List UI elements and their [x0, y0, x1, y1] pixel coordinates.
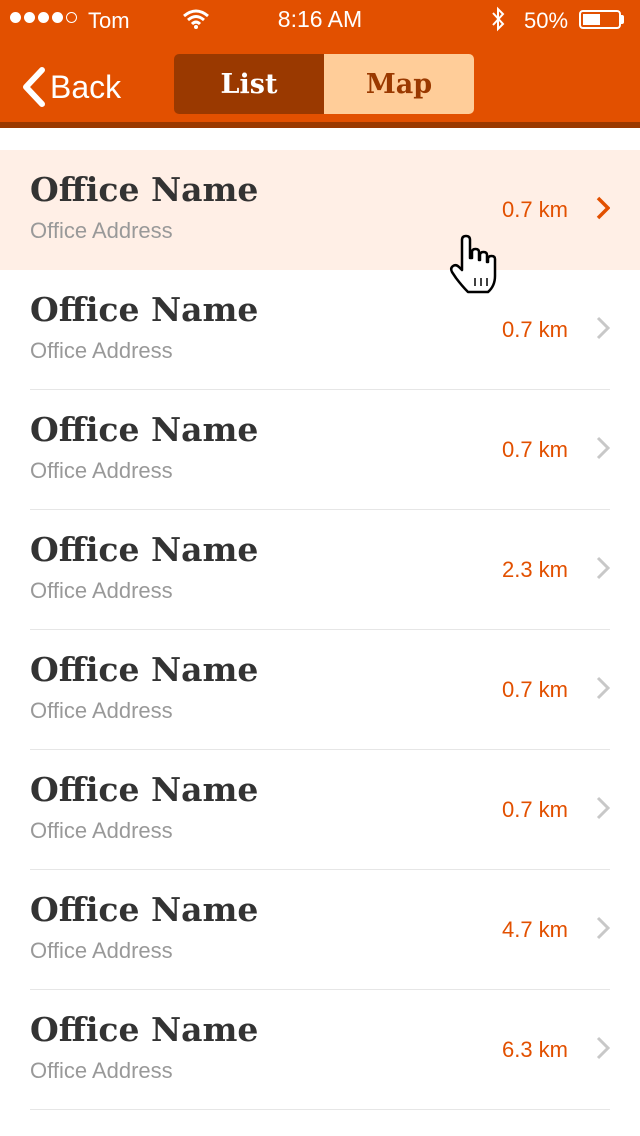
office-address: Office Address	[30, 698, 173, 723]
office-distance: 0.7 km	[501, 197, 568, 222]
chevron-right-icon	[596, 196, 610, 220]
office-address: Office Address	[30, 458, 173, 483]
bluetooth-icon	[490, 6, 506, 38]
office-distance: 0.7 km	[501, 797, 568, 822]
office-distance: 6.3 km	[501, 1037, 568, 1062]
office-name: Office Name	[30, 410, 259, 449]
list-item[interactable]: Office Name Office Address 0.7 km	[0, 750, 640, 870]
office-name: Office Name	[30, 530, 259, 569]
chevron-left-icon	[23, 67, 45, 107]
office-address: Office Address	[30, 578, 173, 603]
back-label: Back	[50, 68, 122, 105]
office-distance: 4.7 km	[501, 917, 568, 942]
chevron-right-icon	[596, 916, 610, 940]
office-name: Office Name	[30, 770, 259, 809]
hand-cursor-icon	[449, 234, 497, 294]
chevron-right-icon	[596, 676, 610, 700]
tab-list[interactable]: List	[174, 54, 324, 114]
view-switcher: List Map	[174, 54, 474, 114]
chevron-right-icon	[596, 556, 610, 580]
list-item[interactable]: Office Name Office Address 2.3 km	[0, 510, 640, 630]
office-distance: 0.7 km	[501, 317, 568, 342]
office-distance: 0.7 km	[501, 437, 568, 462]
list-item[interactable]: Office Name Office Address 6.3 km	[0, 990, 640, 1110]
office-address: Office Address	[30, 338, 173, 363]
office-address: Office Address	[30, 1058, 173, 1083]
chevron-right-icon	[596, 436, 610, 460]
office-address: Office Address	[30, 938, 173, 963]
office-address: Office Address	[30, 218, 173, 243]
nav-bar-divider	[0, 122, 640, 128]
status-bar: Tom 8:16 AM 50%	[0, 0, 640, 40]
office-distance: 2.3 km	[501, 557, 568, 582]
office-name: Office Name	[30, 1010, 259, 1049]
chevron-right-icon	[596, 1036, 610, 1060]
office-name: Office Name	[30, 650, 259, 689]
list-item[interactable]: Office Name Office Address 0.7 km	[0, 630, 640, 750]
battery-icon	[579, 10, 621, 29]
office-address: Office Address	[30, 818, 173, 843]
tab-map[interactable]: Map	[324, 54, 474, 114]
battery-tip	[621, 15, 624, 24]
list-item[interactable]: Office Name Office Address 0.7 km	[0, 270, 640, 390]
chevron-right-icon	[596, 796, 610, 820]
office-name: Office Name	[30, 170, 259, 209]
chevron-right-icon	[596, 316, 610, 340]
battery-percent: 50%	[524, 8, 569, 33]
list-item[interactable]: Office Name Office Address 0.7 km	[0, 390, 640, 510]
office-list: Office Name Office Address 0.7 km Office…	[0, 150, 640, 1110]
office-name: Office Name	[30, 290, 259, 329]
office-name: Office Name	[30, 890, 259, 929]
back-button[interactable]: Back	[20, 62, 121, 112]
list-item[interactable]: Office Name Office Address 4.7 km	[0, 870, 640, 990]
office-distance: 0.7 km	[501, 677, 568, 702]
list-item[interactable]: Office Name Office Address 0.7 km	[0, 150, 640, 270]
